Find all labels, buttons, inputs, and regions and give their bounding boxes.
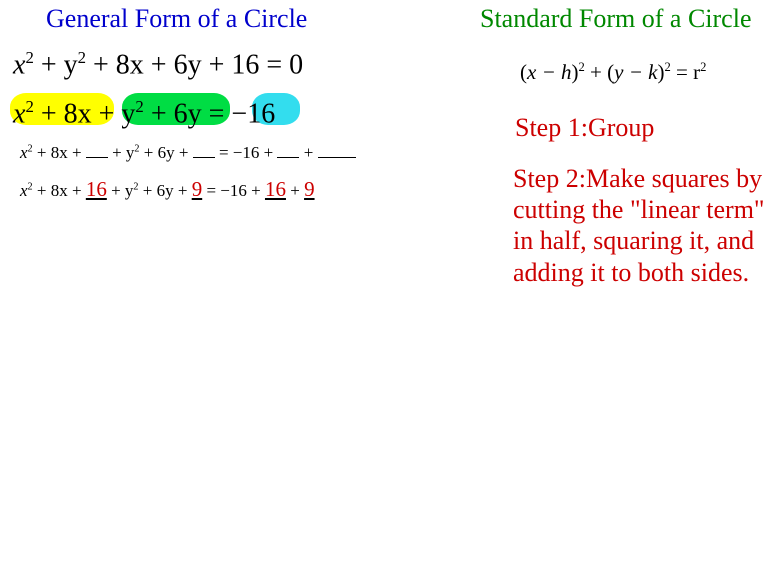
eq4-6y: + 6y + [139,181,192,200]
std-xmh: x − h [527,60,572,84]
eq3-blank2 [193,141,215,158]
equation-grouped: x2 + 8x + y2 + 6y = −16 [13,97,470,130]
eq2-y: + y [92,99,136,130]
eq4-fill-9b: 9 [304,177,315,201]
equation-general-form: x2 + y2 + 8x + 6y + 16 = 0 [10,42,470,91]
equation-grouped-container: x2 + 8x + y2 + 6y = −16 [10,91,470,133]
eq4-plus: + [286,181,304,200]
eq1-x: x [13,49,25,80]
eq2-6y: + 6y [144,99,202,130]
eq2-exp2: 2 [135,97,143,116]
eq4-x: x [20,181,28,200]
eq3-blank4 [318,141,356,158]
eq3-plus: + [299,143,317,162]
eq3-blank3 [277,141,299,158]
eq1-exp1: 2 [25,48,33,67]
std-rparen1: ) [572,60,579,84]
eq2-exp1: 2 [25,97,33,116]
title-standard-form: Standard Form of a Circle [480,0,780,42]
title-general-form: General Form of a Circle [10,0,470,42]
eq4-y: + y [107,181,134,200]
eq4-fill-16a: 16 [86,177,107,201]
std-lparen1: ( [520,60,527,84]
eq1-exp2: 2 [78,48,86,67]
std-exp3: 2 [700,60,706,74]
std-plus-lparen2: + ( [585,60,614,84]
eq4-fill-9a: 9 [192,177,203,201]
eq1-rest: + 8x + 6y + 16 = 0 [86,49,303,80]
equation-standard-form: (x − h)2 + (y − k)2 = r2 [480,42,780,97]
equation-blanks: x2 + 8x + + y2 + 6y + = −16 + + [10,133,470,173]
eq4-rhs: = −16 + [202,181,265,200]
eq2-8x: + 8x [34,99,92,130]
eq3-y: + y [108,143,135,162]
eq2-rhs: = −16 [202,99,276,130]
eq4-8x: + 8x + [33,181,86,200]
eq3-rhs: = −16 + [215,143,278,162]
std-eq-r: = r [671,60,700,84]
eq4-fill-16b: 16 [265,177,286,201]
step-1-label: Step 1:Group [480,97,780,143]
step-2-label: Step 2:Make squares by cutting the "line… [480,143,780,288]
equation-filled: x2 + 8x + 16 + y2 + 6y + 9 = −16 + 16 + … [10,173,470,210]
eq1-plus-y: + y [34,49,78,80]
eq3-6y: + 6y + [140,143,193,162]
std-ymk: y − k [614,60,657,84]
eq3-8x: + 8x + [33,143,86,162]
eq3-x: x [20,143,28,162]
eq2-x: x [13,99,25,130]
eq3-blank1 [86,141,108,158]
